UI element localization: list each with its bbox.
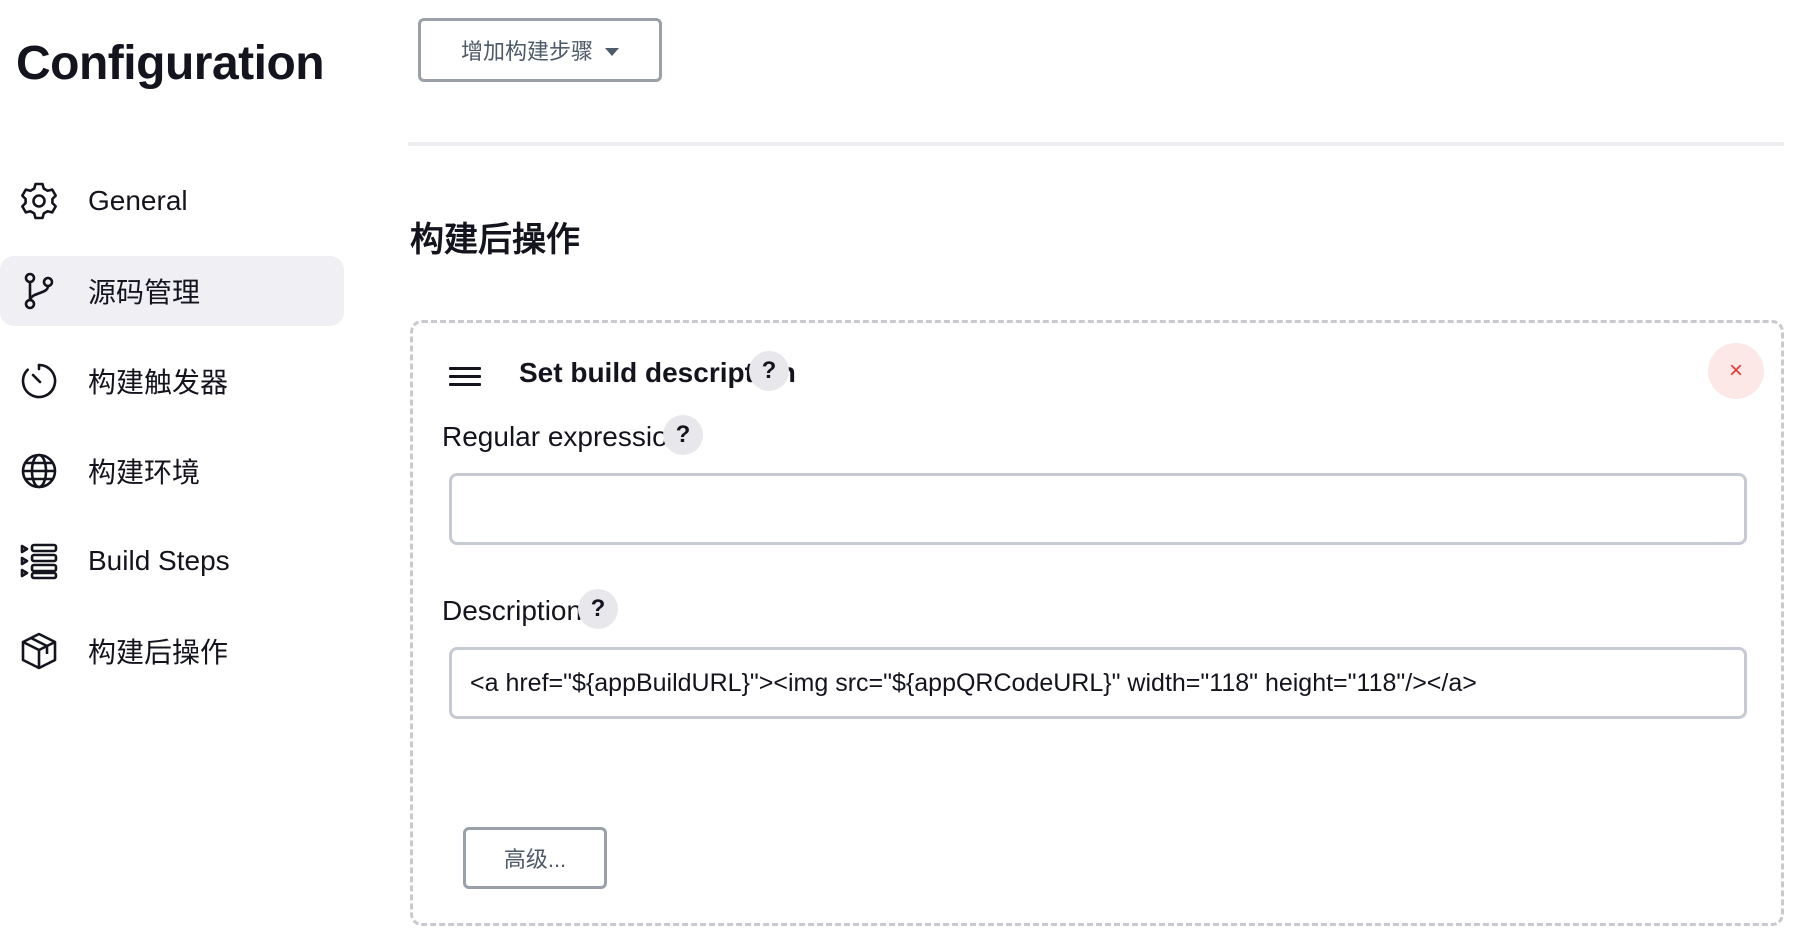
sidebar-item-post-build-actions[interactable]: 构建后操作 <box>0 616 344 686</box>
step-help-button[interactable]: ? <box>749 351 789 391</box>
sidebar-nav: General 源码管理 构建触发器 构建环境 Build Steps 构建后操… <box>0 166 345 706</box>
sidebar-item-label: 源码管理 <box>88 277 201 308</box>
timer-icon <box>18 360 60 402</box>
caret-down-icon <box>605 47 619 56</box>
sidebar-item-label: 构建环境 <box>88 457 201 488</box>
sidebar-item-build-environment[interactable]: 构建环境 <box>0 436 344 506</box>
description-input[interactable] <box>449 647 1747 719</box>
advanced-button[interactable]: 高级... <box>463 827 607 889</box>
description-label: Description <box>442 595 583 626</box>
regex-help-button[interactable]: ? <box>663 415 703 455</box>
sidebar-item-source-management[interactable]: 源码管理 <box>0 256 344 326</box>
page-title: Configuration <box>16 37 325 90</box>
sidebar-item-label: 构建触发器 <box>88 367 229 398</box>
add-build-step-label: 增加构建步骤 <box>460 39 593 64</box>
sidebar-item-label: 构建后操作 <box>88 637 229 668</box>
gear-icon <box>18 180 60 222</box>
sidebar-item-label: Build Steps <box>88 545 230 576</box>
section-divider <box>408 142 1784 146</box>
sidebar-item-build-triggers[interactable]: 构建触发器 <box>0 346 344 416</box>
globe-icon <box>18 450 60 492</box>
sidebar-item-general[interactable]: General <box>0 166 344 236</box>
regex-input[interactable] <box>449 473 1747 545</box>
list-icon <box>18 540 60 582</box>
main-content: 增加构建步骤 构建后操作 Set build description ? × R… <box>408 0 1796 938</box>
close-icon[interactable]: × <box>1708 343 1764 399</box>
regex-label: Regular expression <box>442 421 684 452</box>
description-help-button[interactable]: ? <box>578 589 618 629</box>
section-title: 构建后操作 <box>410 221 580 259</box>
sidebar: Configuration General 源码管理 构建触发器 构建环境 Bu… <box>0 0 345 938</box>
sidebar-item-build-steps[interactable]: Build Steps <box>0 526 344 596</box>
branch-icon <box>18 270 60 312</box>
page: Configuration General 源码管理 构建触发器 构建环境 Bu… <box>0 0 1796 938</box>
add-build-step-button[interactable]: 增加构建步骤 <box>418 18 662 82</box>
post-build-step-card: Set build description ? × Regular expres… <box>410 320 1784 926</box>
package-icon <box>18 630 60 672</box>
drag-handle-icon[interactable] <box>449 367 481 391</box>
sidebar-item-label: General <box>88 185 188 216</box>
